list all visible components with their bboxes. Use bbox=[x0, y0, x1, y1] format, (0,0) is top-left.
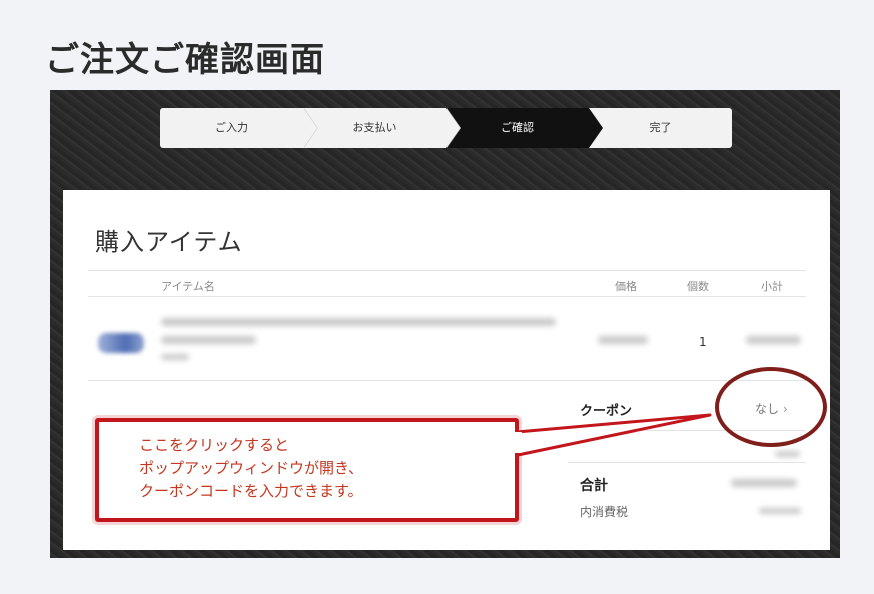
chevron-right-icon bbox=[446, 108, 460, 148]
callout-line: ポップアップウィンドウが開き、 bbox=[139, 459, 363, 477]
callout-text: ここをクリックすると ポップアップウィンドウが開き、 クーポンコードを入力できま… bbox=[139, 434, 363, 503]
chevron-right-icon bbox=[589, 108, 603, 148]
callout-joint bbox=[512, 432, 522, 453]
annotation-callout: ここをクリックすると ポップアップウィンドウが開き、 クーポンコードを入力できま… bbox=[95, 418, 519, 522]
callout-line: クーポンコードを入力できます。 bbox=[139, 482, 363, 500]
callout-line: ここをクリックすると bbox=[139, 436, 290, 454]
highlight-circle bbox=[715, 367, 827, 447]
chevron-right-icon bbox=[303, 108, 317, 148]
